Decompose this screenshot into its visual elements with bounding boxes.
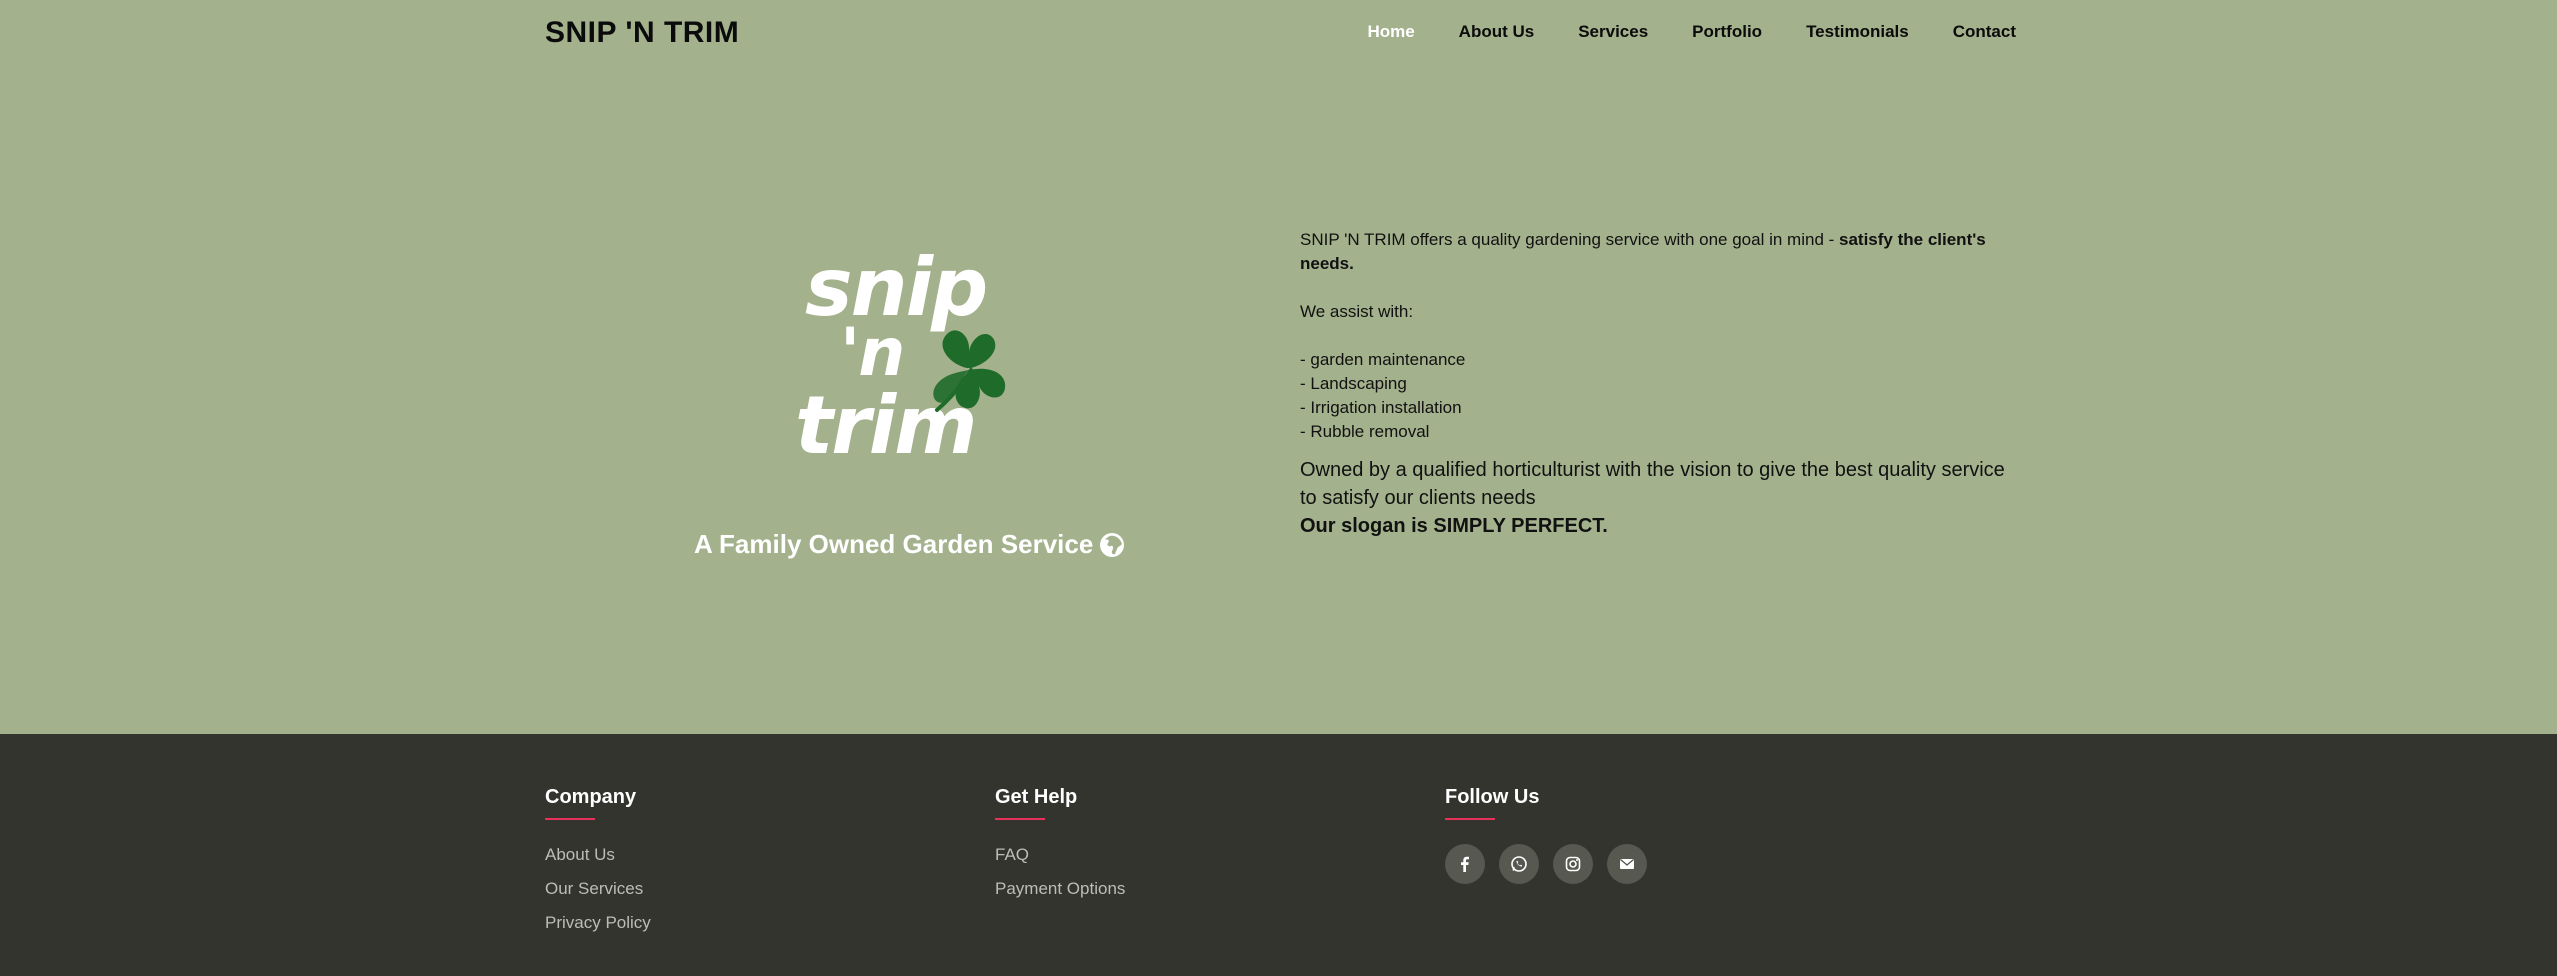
site-brand[interactable]: SNIP 'N TRIM (545, 16, 739, 50)
nav-services[interactable]: Services (1578, 22, 1648, 42)
heading-underline (1445, 818, 1495, 820)
footer-follow-us: Follow Us (1445, 786, 1647, 884)
footer-heading: Follow Us (1445, 786, 1540, 808)
footer-link-about-us[interactable]: About Us (545, 838, 651, 872)
facebook-icon[interactable] (1445, 844, 1485, 884)
logo-word-n: 'n (840, 314, 905, 391)
tagline-text: A Family Owned Garden Service (694, 529, 1094, 559)
intro-copy: SNIP 'N TRIM offers a quality gardening … (1300, 228, 2025, 540)
hero-section: SNIP 'N TRIM Home About Us Services Port… (0, 0, 2557, 734)
footer-link-faq[interactable]: FAQ (995, 838, 1125, 872)
tagline: A Family Owned Garden Service (694, 529, 1125, 560)
slogan: Our slogan is SIMPLY PERFECT. (1300, 515, 1608, 537)
site-footer: Company About Us Our Services Privacy Po… (0, 734, 2557, 976)
service-item: - Rubble removal (1300, 422, 1430, 441)
service-item: - Landscaping (1300, 374, 1407, 393)
nav-testimonials[interactable]: Testimonials (1806, 22, 1909, 42)
clover-icon (933, 330, 1006, 412)
footer-company: Company About Us Our Services Privacy Po… (545, 786, 651, 940)
heading-underline (545, 818, 595, 820)
footer-heading: Company (545, 786, 637, 808)
brand-logo: snip 'n trim (795, 248, 1015, 478)
nav-about-us[interactable]: About Us (1459, 22, 1535, 42)
instagram-icon[interactable] (1553, 844, 1593, 884)
footer-link-our-services[interactable]: Our Services (545, 872, 651, 906)
main-nav: Home About Us Services Portfolio Testimo… (1367, 22, 2016, 42)
nav-home[interactable]: Home (1367, 22, 1414, 42)
footer-link-privacy-policy[interactable]: Privacy Policy (545, 906, 651, 940)
nav-contact[interactable]: Contact (1953, 22, 2016, 42)
envelope-icon[interactable] (1607, 844, 1647, 884)
nav-portfolio[interactable]: Portfolio (1692, 22, 1762, 42)
social-links (1445, 844, 1647, 884)
intro-paragraph: SNIP 'N TRIM offers a quality gardening … (1300, 230, 1986, 273)
service-item: - Irrigation installation (1300, 398, 1462, 417)
assist-heading: We assist with: (1300, 302, 1414, 321)
footer-heading: Get Help (995, 786, 1078, 808)
globe-icon (1100, 532, 1125, 557)
footer-get-help: Get Help FAQ Payment Options (995, 786, 1125, 906)
vision-statement: Owned by a qualified horticulturist with… (1300, 459, 2005, 509)
service-item: - garden maintenance (1300, 350, 1466, 369)
heading-underline (995, 818, 1045, 820)
footer-link-payment-options[interactable]: Payment Options (995, 872, 1125, 906)
whatsapp-icon[interactable] (1499, 844, 1539, 884)
